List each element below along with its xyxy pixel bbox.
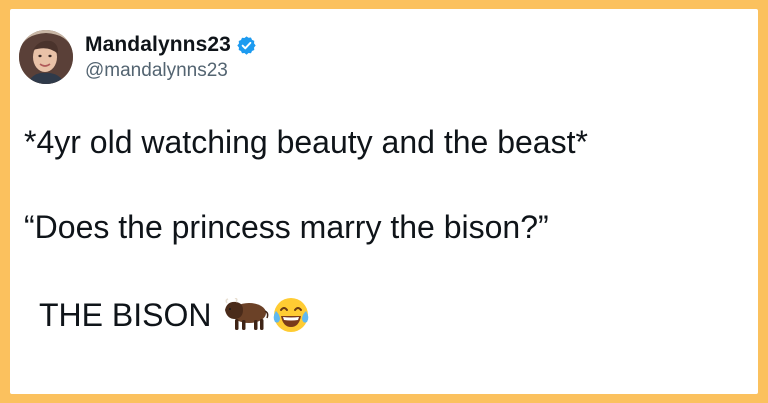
tweet-text-line-3-label: THE BISON [39, 297, 212, 333]
avatar[interactable] [19, 30, 73, 84]
handle[interactable]: @mandalynns23 [85, 60, 257, 82]
tweet-text-line-3: THE BISON [39, 295, 311, 335]
tears-of-joy-emoji-icon [274, 298, 309, 332]
author-info: Mandalynns23 @mandalynns23 [85, 32, 257, 82]
display-name[interactable]: Mandalynns23 [85, 33, 231, 57]
avatar-photo [19, 30, 73, 84]
tweet-card: Mandalynns23 @mandalynns23 *4yr old watc… [10, 9, 758, 394]
verified-badge-icon [237, 35, 256, 55]
tweet-text-line-2: “Does the princess marry the bison?” [24, 209, 549, 245]
tweet-header: Mandalynns23 @mandalynns23 [19, 30, 257, 84]
tweet-text-line-1: *4yr old watching beauty and the beast* [24, 124, 588, 160]
bison-emoji-icon [225, 298, 269, 330]
